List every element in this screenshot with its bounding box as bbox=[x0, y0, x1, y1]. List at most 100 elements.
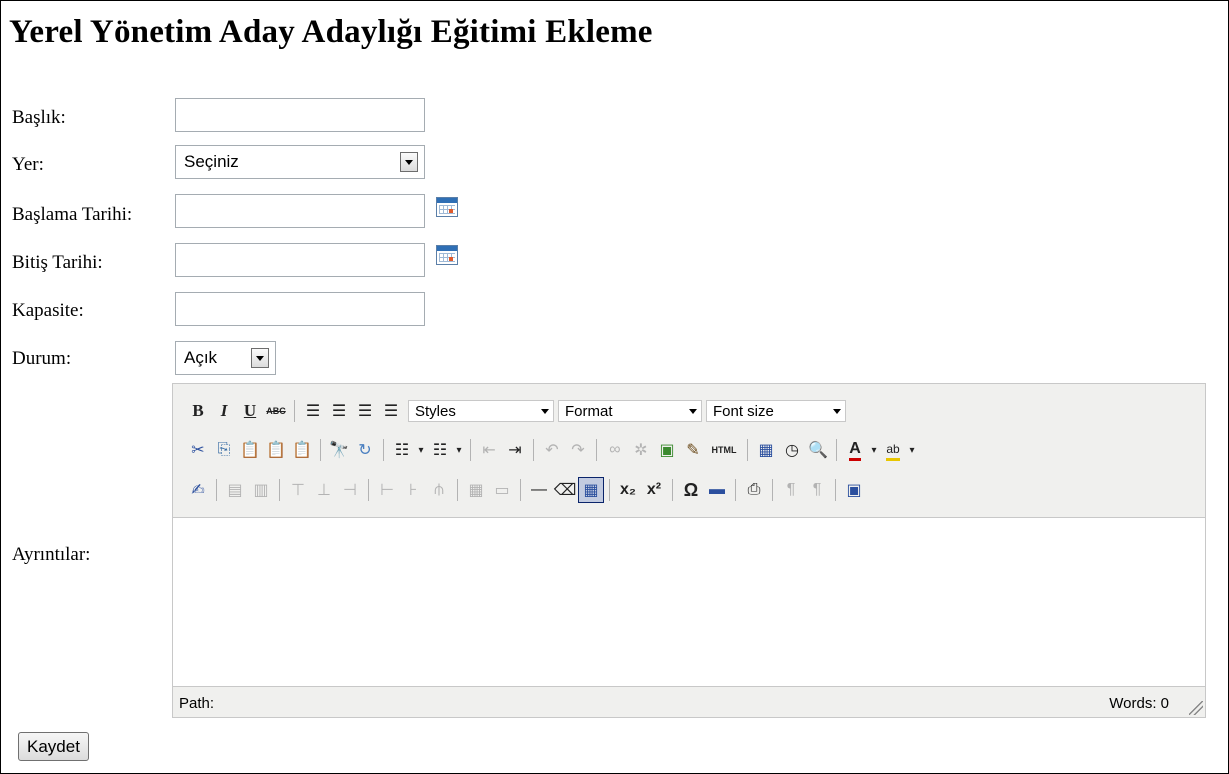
separator bbox=[383, 439, 384, 461]
cleanup-icon[interactable]: ✎ bbox=[680, 437, 706, 463]
editor-statusbar: Path: Words: 0 bbox=[173, 686, 1205, 717]
chevron-down-icon[interactable]: ▾ bbox=[906, 437, 918, 463]
remove-format-icon[interactable]: ⌫ bbox=[552, 477, 578, 503]
chevron-down-icon[interactable] bbox=[251, 348, 269, 368]
baslik-label: Başlık: bbox=[12, 107, 66, 128]
kapasite-input[interactable] bbox=[175, 292, 425, 326]
align-right-icon[interactable]: ☰ bbox=[352, 398, 378, 424]
durum-select[interactable]: Açık bbox=[175, 341, 276, 375]
find-icon[interactable]: 🔭 bbox=[326, 437, 352, 463]
baslama-tarihi-input[interactable] bbox=[175, 194, 425, 228]
ltr-icon[interactable]: ¶ bbox=[778, 477, 804, 503]
font-size-dropdown[interactable]: Font size bbox=[706, 400, 846, 422]
superscript-icon[interactable]: x² bbox=[641, 477, 667, 503]
editor-content-area[interactable] bbox=[173, 518, 1205, 687]
path-label: Path: bbox=[179, 695, 215, 712]
separator bbox=[747, 439, 748, 461]
subscript-icon[interactable]: x₂ bbox=[615, 477, 641, 503]
insert-column-after-icon[interactable]: ⊦ bbox=[400, 477, 426, 503]
text-color-icon[interactable]: A bbox=[842, 437, 868, 463]
numbered-list-icon[interactable]: ☷ bbox=[427, 437, 453, 463]
redo-icon[interactable]: ↷ bbox=[565, 437, 591, 463]
split-cells-icon[interactable]: ▦ bbox=[463, 477, 489, 503]
bullet-list-icon[interactable]: ☷ bbox=[389, 437, 415, 463]
separator bbox=[533, 439, 534, 461]
align-center-icon[interactable]: ☰ bbox=[326, 398, 352, 424]
insert-time-icon[interactable]: ◷ bbox=[779, 437, 805, 463]
advanced-hr-icon[interactable]: ▬ bbox=[704, 477, 730, 503]
separator bbox=[772, 479, 773, 501]
html-icon[interactable]: HTML bbox=[706, 437, 742, 463]
calendar-icon[interactable] bbox=[436, 245, 458, 265]
separator bbox=[216, 479, 217, 501]
replace-icon[interactable]: ↻ bbox=[352, 437, 378, 463]
calendar-icon[interactable] bbox=[436, 197, 458, 217]
bitis-tarihi-label: Bitiş Tarihi: bbox=[12, 252, 103, 273]
paste-word-icon[interactable]: 📋 bbox=[289, 437, 315, 463]
styles-dropdown-label: Styles bbox=[415, 403, 456, 420]
delete-row-icon[interactable]: ⊣ bbox=[337, 477, 363, 503]
insert-date-icon[interactable]: ▦ bbox=[753, 437, 779, 463]
rtl-icon[interactable]: ¶ bbox=[804, 477, 830, 503]
outdent-icon[interactable]: ⇤ bbox=[476, 437, 502, 463]
image-icon[interactable]: ▣ bbox=[654, 437, 680, 463]
fullscreen-icon[interactable]: ▣ bbox=[841, 477, 867, 503]
separator bbox=[457, 479, 458, 501]
preview-icon[interactable]: 🔍 bbox=[805, 437, 831, 463]
link-icon[interactable]: ∞ bbox=[602, 437, 628, 463]
chevron-down-icon[interactable] bbox=[400, 152, 418, 172]
insert-row-after-icon[interactable]: ⊥ bbox=[311, 477, 337, 503]
indent-icon[interactable]: ⇥ bbox=[502, 437, 528, 463]
styles-dropdown[interactable]: Styles bbox=[408, 400, 554, 422]
visual-aid-icon[interactable]: ▦ bbox=[578, 477, 604, 503]
separator bbox=[672, 479, 673, 501]
kapasite-label: Kapasite: bbox=[12, 300, 84, 321]
cut-icon[interactable]: ✂ bbox=[185, 437, 211, 463]
italic-icon[interactable]: I bbox=[211, 398, 237, 424]
copy-icon[interactable]: ⎘ bbox=[211, 437, 237, 463]
edit-css-icon[interactable]: ✍ bbox=[185, 477, 211, 503]
separator bbox=[279, 479, 280, 501]
resize-grip-icon[interactable] bbox=[1189, 701, 1203, 715]
separator bbox=[470, 439, 471, 461]
format-dropdown[interactable]: Format bbox=[558, 400, 702, 422]
chevron-down-icon[interactable]: ▾ bbox=[415, 437, 427, 463]
underline-icon[interactable]: U bbox=[237, 398, 263, 424]
baslama-tarihi-label: Başlama Tarihi: bbox=[12, 204, 133, 225]
font-size-dropdown-label: Font size bbox=[713, 403, 774, 420]
align-justify-icon[interactable]: ☰ bbox=[378, 398, 404, 424]
separator bbox=[836, 439, 837, 461]
insert-column-before-icon[interactable]: ⊢ bbox=[374, 477, 400, 503]
paste-text-icon[interactable]: 📋 bbox=[263, 437, 289, 463]
align-left-icon[interactable]: ☰ bbox=[300, 398, 326, 424]
table-cell-props-icon[interactable]: ▥ bbox=[248, 477, 274, 503]
delete-column-icon[interactable]: ⫛ bbox=[426, 477, 452, 503]
strikethrough-icon[interactable]: ABC bbox=[263, 398, 289, 424]
chevron-down-icon bbox=[541, 409, 549, 414]
separator bbox=[520, 479, 521, 501]
chevron-down-icon[interactable]: ▾ bbox=[453, 437, 465, 463]
unlink-icon[interactable]: ✲ bbox=[628, 437, 654, 463]
insert-row-before-icon[interactable]: ⊤ bbox=[285, 477, 311, 503]
page-title: Yerel Yönetim Aday Adaylığı Eğitimi Ekle… bbox=[9, 14, 653, 50]
toolbar-row-3: ✍ ▤ ▥ ⊤ ⊥ ⊣ ⊢ ⊦ ⫛ ▦ ▭ — ⌫ ▦ x₂ x² Ω ▬ ⎙ … bbox=[185, 475, 867, 505]
save-button[interactable]: Kaydet bbox=[18, 732, 89, 761]
bold-icon[interactable]: B bbox=[185, 398, 211, 424]
special-char-icon[interactable]: Ω bbox=[678, 477, 704, 503]
merge-cells-icon[interactable]: ▭ bbox=[489, 477, 515, 503]
separator bbox=[835, 479, 836, 501]
format-dropdown-label: Format bbox=[565, 403, 613, 420]
yer-select[interactable]: Seçiniz bbox=[175, 145, 425, 179]
highlight-color-icon[interactable]: ab bbox=[880, 437, 906, 463]
chevron-down-icon[interactable]: ▾ bbox=[868, 437, 880, 463]
baslik-input[interactable] bbox=[175, 98, 425, 132]
undo-icon[interactable]: ↶ bbox=[539, 437, 565, 463]
durum-select-value: Açık bbox=[184, 348, 218, 367]
paste-icon[interactable]: 📋 bbox=[237, 437, 263, 463]
rich-text-editor: B I U ABC ☰ ☰ ☰ ☰ Styles Format Font siz… bbox=[172, 383, 1206, 718]
separator bbox=[294, 400, 295, 422]
horizontal-rule-icon[interactable]: — bbox=[526, 477, 552, 503]
table-row-props-icon[interactable]: ▤ bbox=[222, 477, 248, 503]
bitis-tarihi-input[interactable] bbox=[175, 243, 425, 277]
print-icon[interactable]: ⎙ bbox=[741, 477, 767, 503]
